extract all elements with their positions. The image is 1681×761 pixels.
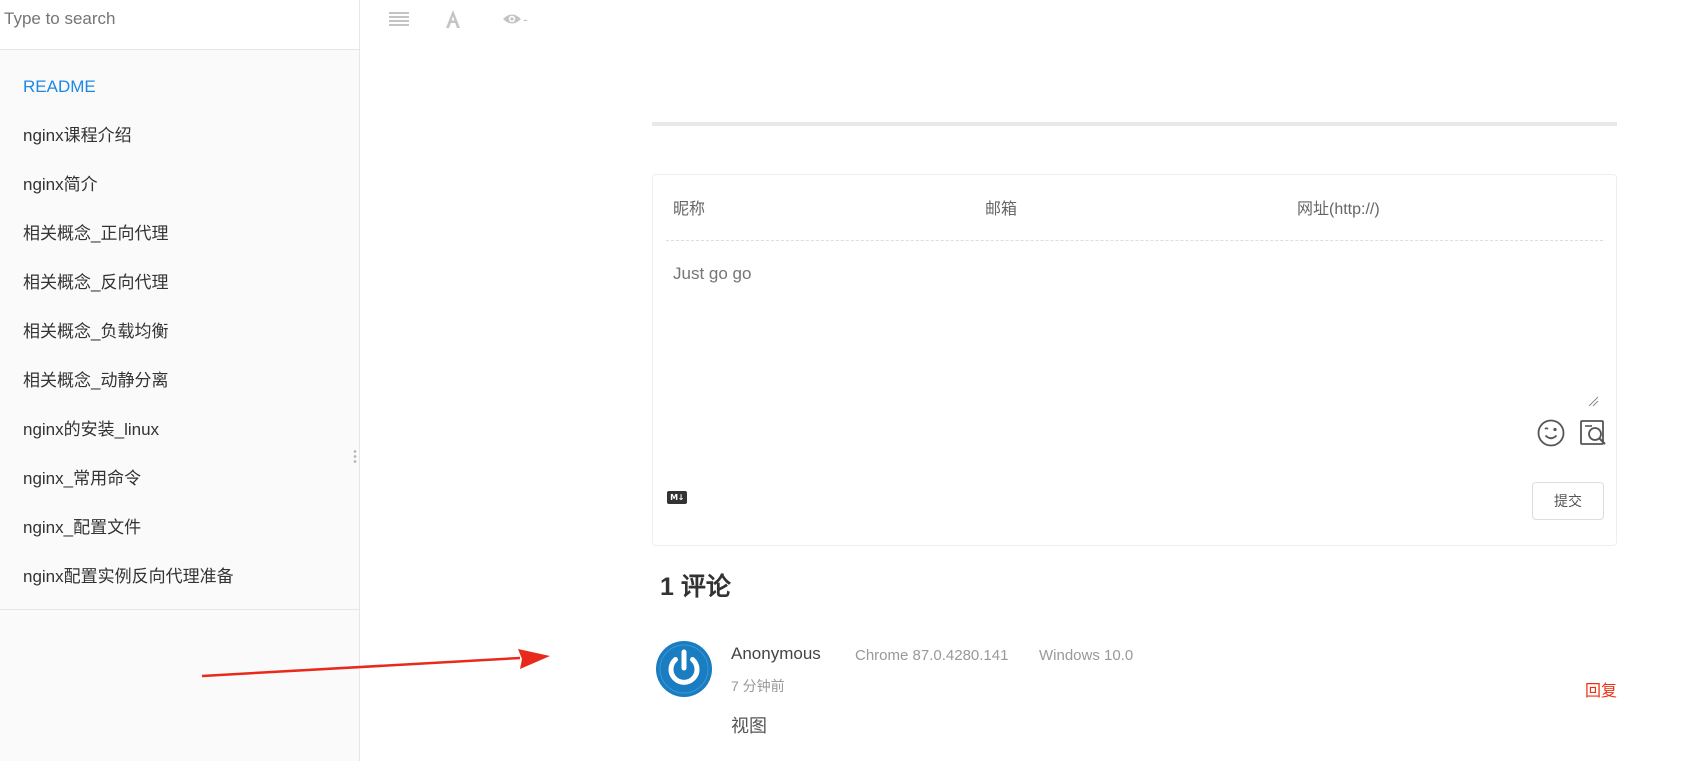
- textarea-resize-handle[interactable]: [1587, 395, 1599, 407]
- comment-os: Windows 10.0: [1039, 647, 1134, 664]
- toggle-sidebar-button[interactable]: [389, 4, 411, 34]
- avatar: [656, 641, 712, 697]
- eye-icon: [503, 14, 521, 24]
- sidebar-resize-handle[interactable]: [353, 449, 357, 465]
- toc-item-nginx-course-intro[interactable]: nginx课程介绍: [0, 111, 359, 160]
- annotation-arrow: [201, 649, 550, 678]
- font-settings-button[interactable]: [444, 4, 466, 34]
- toc-item-reverse-proxy-example[interactable]: nginx配置实例反向代理准备: [0, 552, 359, 601]
- toc-item-common-commands[interactable]: nginx_常用命令: [0, 454, 359, 503]
- toc-item-config-file[interactable]: nginx_配置文件: [0, 503, 359, 552]
- toc-list: README nginx课程介绍 nginx简介 相关概念_正向代理 相关概念_…: [0, 62, 359, 601]
- toc-item-nginx-intro[interactable]: nginx简介: [0, 160, 359, 209]
- meta-divider: [666, 240, 1603, 241]
- comment-count-title: 1 评论: [660, 573, 731, 601]
- reply-link[interactable]: 回复: [1585, 677, 1617, 701]
- content-divider: [652, 122, 1617, 126]
- nickname-field[interactable]: [673, 195, 963, 225]
- menu-icon: [389, 12, 409, 26]
- submit-button[interactable]: 提交: [1532, 482, 1604, 520]
- preview-button[interactable]: [1578, 418, 1608, 448]
- view-mode-label: -: [523, 11, 528, 27]
- email-field[interactable]: [985, 195, 1275, 225]
- font-settings-icon: [446, 10, 460, 28]
- emoji-icon: [1537, 419, 1565, 447]
- toc-item-reverse-proxy[interactable]: 相关概念_反向代理: [0, 258, 359, 307]
- comment-browser: Chrome 87.0.4280.141: [855, 647, 1009, 664]
- comment-body: 视图: [731, 716, 767, 736]
- search-input[interactable]: [0, 0, 359, 38]
- toc-divider: [0, 609, 359, 610]
- sidebar: README nginx课程介绍 nginx简介 相关概念_正向代理 相关概念_…: [0, 0, 360, 761]
- comment-form: M↓ 提交: [652, 174, 1617, 546]
- view-mode-button[interactable]: -: [502, 4, 532, 34]
- preview-icon: [1580, 420, 1606, 445]
- toc-item-load-balancing[interactable]: 相关概念_负载均衡: [0, 307, 359, 356]
- emoji-button[interactable]: [1536, 418, 1566, 448]
- markdown-support-icon: M↓: [667, 491, 687, 504]
- comment-textarea[interactable]: [673, 263, 1598, 321]
- comment-author: Anonymous: [731, 644, 821, 663]
- toc-item-static-dynamic-separation[interactable]: 相关概念_动静分离: [0, 356, 359, 405]
- website-field[interactable]: [1297, 195, 1597, 225]
- toc-item-install-linux[interactable]: nginx的安装_linux: [0, 405, 359, 454]
- comment-time: 7 分钟前: [731, 678, 785, 694]
- toc-item-readme[interactable]: README: [0, 62, 359, 111]
- search-bar: [0, 0, 359, 50]
- toc-item-forward-proxy[interactable]: 相关概念_正向代理: [0, 209, 359, 258]
